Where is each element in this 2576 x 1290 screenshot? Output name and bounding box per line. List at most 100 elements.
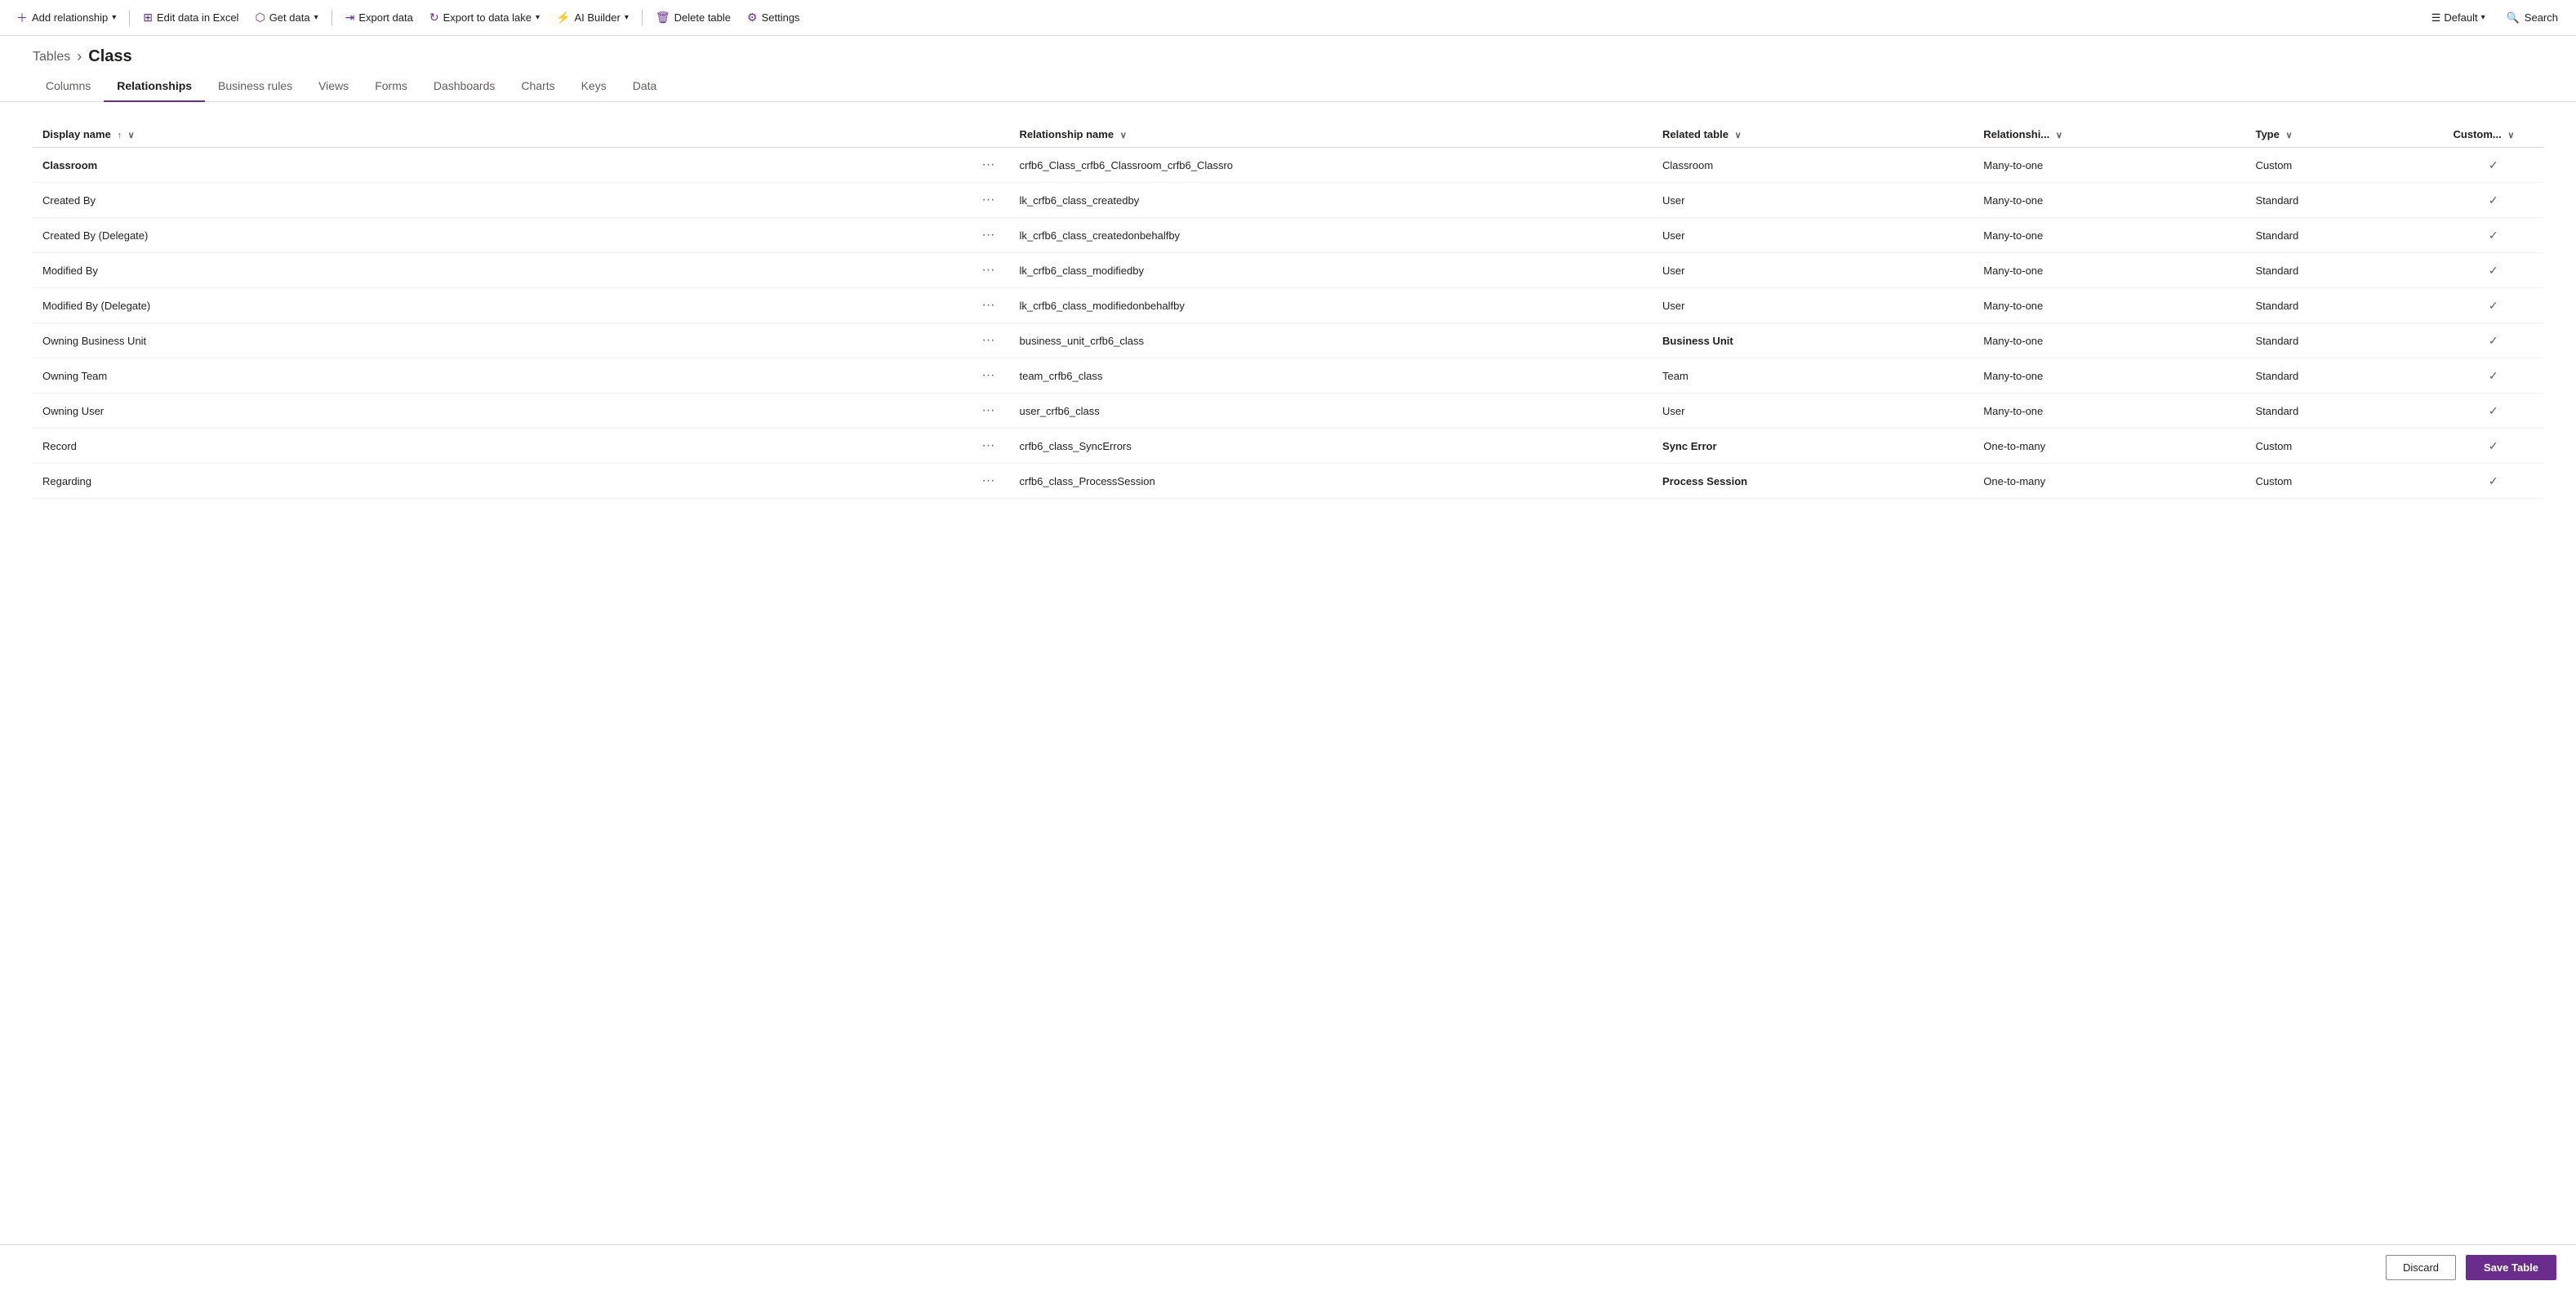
save-table-button[interactable]: Save Table xyxy=(2466,1255,2556,1280)
tabs: Columns Relationships Business rules Vie… xyxy=(0,71,2576,102)
edit-excel-button[interactable]: ⊞ Edit data in Excel xyxy=(136,7,245,28)
type-sort-icon: ∨ xyxy=(2285,131,2292,140)
col-header-custom[interactable]: Custom... ∨ xyxy=(2444,122,2543,148)
check-icon: ✓ xyxy=(2489,369,2498,382)
breadcrumb-tables[interactable]: Tables xyxy=(33,50,70,64)
cell-dots: ··· xyxy=(968,394,1010,429)
tab-views[interactable]: Views xyxy=(305,71,362,102)
row-context-menu-button[interactable]: ··· xyxy=(977,191,1000,209)
cell-dots: ··· xyxy=(968,148,1010,183)
cell-type: Standard xyxy=(2245,288,2443,323)
cell-related-table: Team xyxy=(1653,358,1973,394)
cell-custom: ✓ xyxy=(2444,429,2543,464)
cell-type: Custom xyxy=(2245,464,2443,499)
cell-display-name: Owning Business Unit xyxy=(33,323,968,358)
sort-asc-icon: ↑ xyxy=(117,131,122,140)
check-icon: ✓ xyxy=(2489,194,2498,207)
cell-relationship-name: team_crfb6_class xyxy=(1009,358,1653,394)
ai-builder-button[interactable]: ⚡ AI Builder ▾ xyxy=(549,7,635,28)
discard-button[interactable]: Discard xyxy=(2386,1255,2456,1280)
cell-type: Standard xyxy=(2245,218,2443,253)
check-icon: ✓ xyxy=(2489,474,2498,487)
cell-relationship-type: One-to-many xyxy=(1973,464,2245,499)
database-icon: ⬡ xyxy=(255,11,265,24)
tab-keys[interactable]: Keys xyxy=(568,71,620,102)
cell-type: Standard xyxy=(2245,183,2443,218)
add-relationship-button[interactable]: ＋ Add relationship ▾ xyxy=(10,7,122,29)
col-header-display-name[interactable]: Display name ↑ ∨ xyxy=(33,122,968,148)
tab-charts[interactable]: Charts xyxy=(508,71,567,102)
cell-type: Custom xyxy=(2245,429,2443,464)
export-data-button[interactable]: ⇥ Export data xyxy=(339,7,420,28)
col-header-related-table[interactable]: Related table ∨ xyxy=(1653,122,1973,148)
tab-columns[interactable]: Columns xyxy=(33,71,104,102)
cell-custom: ✓ xyxy=(2444,148,2543,183)
check-icon: ✓ xyxy=(2489,264,2498,277)
cell-display-name: Owning Team xyxy=(33,358,968,394)
cell-related-table: Business Unit xyxy=(1653,323,1973,358)
export-icon: ⇥ xyxy=(345,11,355,24)
row-context-menu-button[interactable]: ··· xyxy=(977,296,1000,314)
cell-relationship-name: user_crfb6_class xyxy=(1009,394,1653,429)
cell-relationship-type: One-to-many xyxy=(1973,429,2245,464)
ai-icon: ⚡ xyxy=(556,11,570,24)
breadcrumb-separator: › xyxy=(77,48,82,65)
delete-icon: 🗑 xyxy=(656,11,670,24)
tab-data[interactable]: Data xyxy=(620,71,670,102)
export-lake-chevron-icon: ▾ xyxy=(536,13,540,22)
separator-3 xyxy=(642,10,643,26)
export-lake-button[interactable]: ↻ Export to data lake ▾ xyxy=(423,7,546,28)
tab-relationships[interactable]: Relationships xyxy=(104,71,205,102)
cell-display-name: Created By xyxy=(33,183,968,218)
row-context-menu-button[interactable]: ··· xyxy=(977,367,1000,385)
settings-button[interactable]: ⚙ Settings xyxy=(741,7,807,28)
cell-dots: ··· xyxy=(968,183,1010,218)
tab-dashboards[interactable]: Dashboards xyxy=(420,71,509,102)
check-icon: ✓ xyxy=(2489,439,2498,452)
tab-forms[interactable]: Forms xyxy=(362,71,420,102)
cell-custom: ✓ xyxy=(2444,288,2543,323)
table-row: Regarding···crfb6_class_ProcessSessionPr… xyxy=(33,464,2543,499)
cell-display-name: Modified By (Delegate) xyxy=(33,288,968,323)
footer: Discard Save Table xyxy=(0,1244,2576,1290)
cell-relationship-type: Many-to-one xyxy=(1973,253,2245,288)
cell-dots: ··· xyxy=(968,218,1010,253)
tab-business-rules[interactable]: Business rules xyxy=(205,71,305,102)
excel-icon: ⊞ xyxy=(143,11,153,24)
table-header-row: Display name ↑ ∨ Relationship name ∨ Rel… xyxy=(33,122,2543,148)
cell-relationship-name: crfb6_Class_crfb6_Classroom_crfb6_Classr… xyxy=(1009,148,1653,183)
search-button[interactable]: 🔍 Search xyxy=(2498,8,2566,28)
col-header-type[interactable]: Type ∨ xyxy=(2245,122,2443,148)
cell-type: Standard xyxy=(2245,323,2443,358)
check-icon: ✓ xyxy=(2489,158,2498,171)
row-context-menu-button[interactable]: ··· xyxy=(977,472,1000,490)
col-header-relationship[interactable]: Relationshi... ∨ xyxy=(1973,122,2245,148)
toolbar: ＋ Add relationship ▾ ⊞ Edit data in Exce… xyxy=(0,0,2576,36)
check-icon: ✓ xyxy=(2489,404,2498,417)
cell-relationship-type: Many-to-one xyxy=(1973,288,2245,323)
related-sort-icon: ∨ xyxy=(1735,131,1742,140)
row-context-menu-button[interactable]: ··· xyxy=(977,226,1000,244)
cell-type: Standard xyxy=(2245,394,2443,429)
delete-table-button[interactable]: 🗑 Delete table xyxy=(649,7,737,28)
cell-dots: ··· xyxy=(968,253,1010,288)
cell-custom: ✓ xyxy=(2444,323,2543,358)
relship-sort-icon: ∨ xyxy=(2056,131,2062,140)
default-button[interactable]: ☰ Default ▾ xyxy=(2425,8,2492,28)
separator-2 xyxy=(331,10,332,26)
cell-relationship-name: lk_crfb6_class_modifiedonbehalfby xyxy=(1009,288,1653,323)
row-context-menu-button[interactable]: ··· xyxy=(977,437,1000,455)
row-context-menu-button[interactable]: ··· xyxy=(977,331,1000,349)
custom-sort-icon: ∨ xyxy=(2507,131,2514,140)
cell-dots: ··· xyxy=(968,323,1010,358)
cell-custom: ✓ xyxy=(2444,394,2543,429)
get-data-button[interactable]: ⬡ Get data ▾ xyxy=(248,7,324,28)
add-icon: ＋ xyxy=(16,10,28,26)
row-context-menu-button[interactable]: ··· xyxy=(977,156,1000,174)
row-context-menu-button[interactable]: ··· xyxy=(977,402,1000,420)
table-row: Classroom···crfb6_Class_crfb6_Classroom_… xyxy=(33,148,2543,183)
col-header-relationship-name[interactable]: Relationship name ∨ xyxy=(1009,122,1653,148)
table-row: Created By (Delegate)···lk_crfb6_class_c… xyxy=(33,218,2543,253)
row-context-menu-button[interactable]: ··· xyxy=(977,261,1000,279)
cell-related-table: User xyxy=(1653,183,1973,218)
